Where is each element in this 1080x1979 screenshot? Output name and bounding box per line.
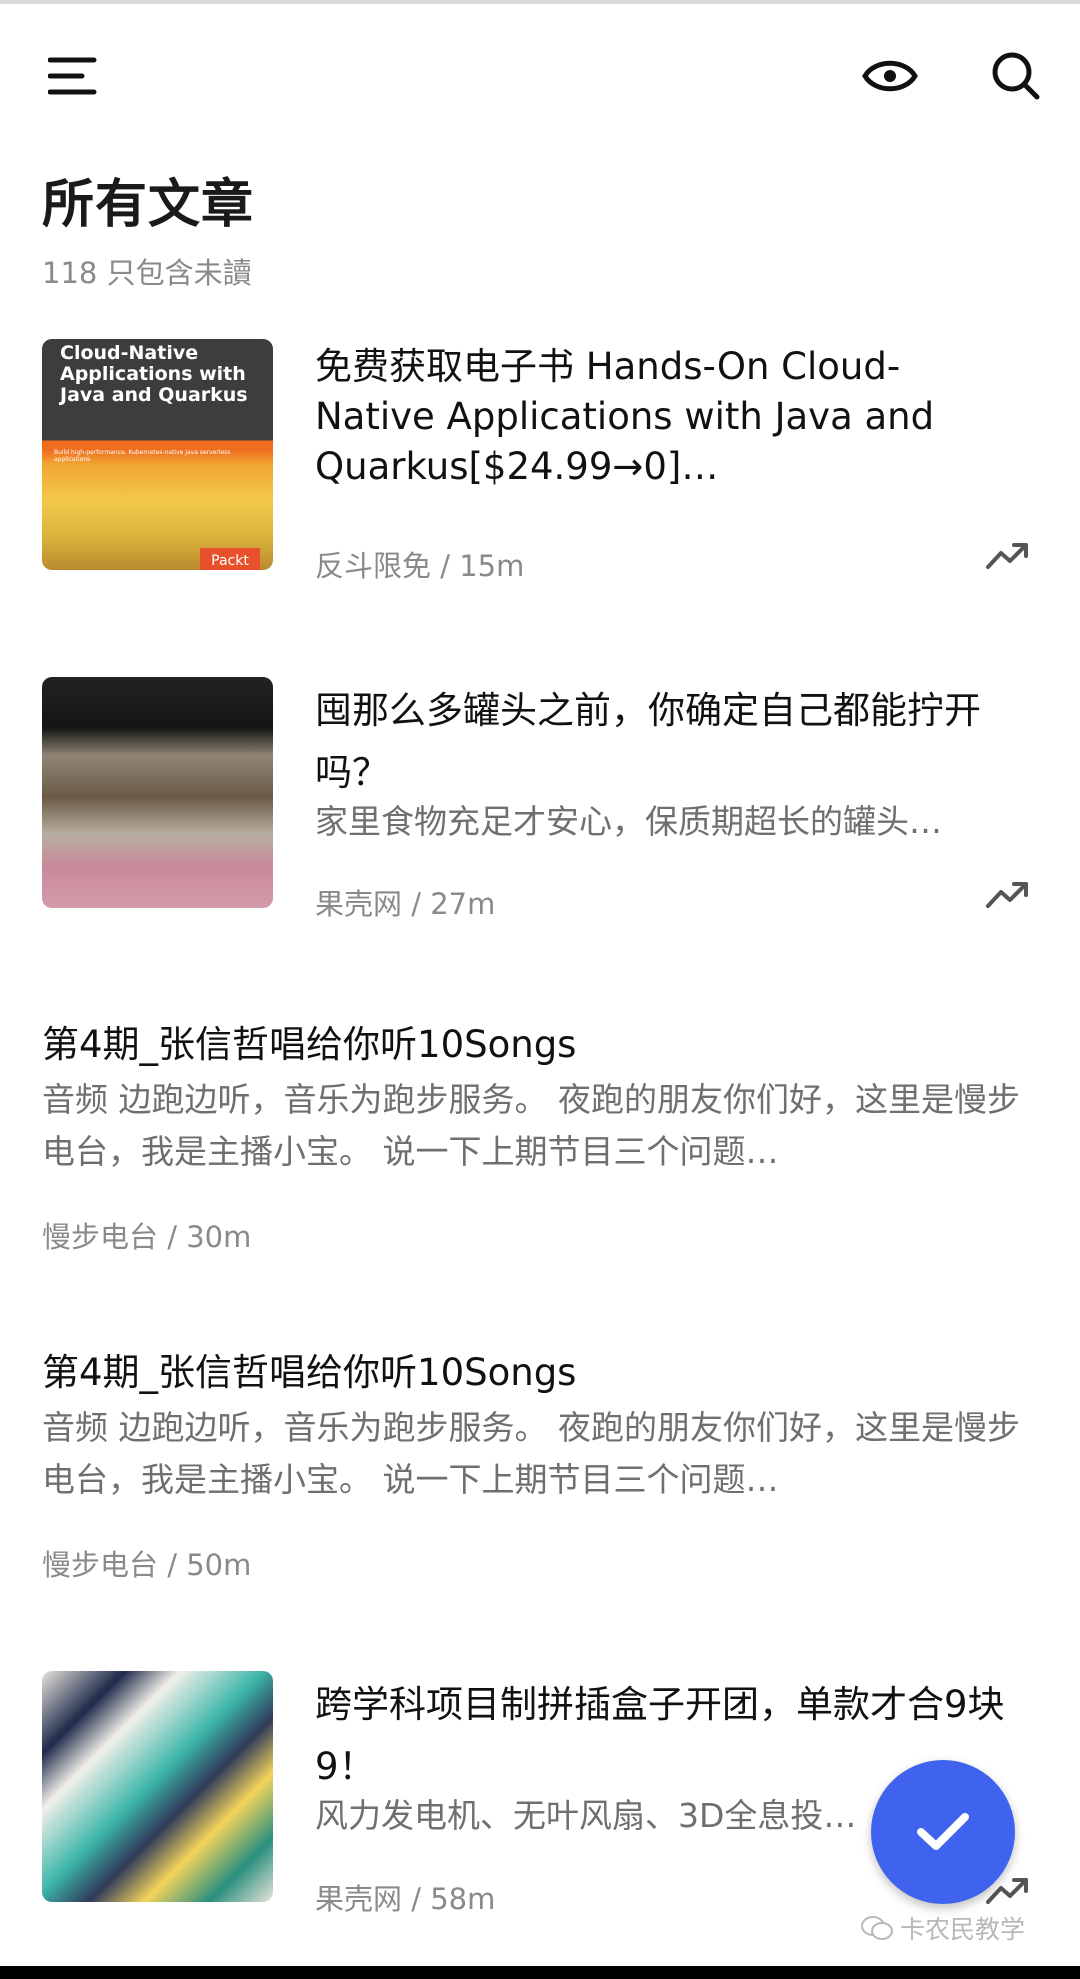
article-title: 第4期_张信哲唱给你听10Songs	[42, 1351, 577, 1394]
search-icon[interactable]	[990, 50, 1042, 102]
unread-count: 118 只包含未讀	[42, 256, 252, 290]
article-source-time: 反斗限免 / 15m	[315, 549, 525, 583]
bottom-bar	[0, 1966, 1080, 1979]
article-title: 囤那么多罐头之前，你确定自己都能拧开吗？	[315, 689, 981, 794]
watermark: 卡农民教学	[860, 1910, 1025, 1946]
article-source-time: 果壳网 / 58m	[315, 1882, 496, 1916]
ebook-cover-thumbnail: Cloud-Native Applications with Java and …	[42, 339, 273, 570]
trending-icon[interactable]	[985, 879, 1031, 911]
mark-all-read-button[interactable]	[871, 1760, 1015, 1904]
trending-icon[interactable]	[985, 540, 1031, 572]
article-excerpt: 音频 边跑边听，音乐为跑步服务。 夜跑的朋友你们好，这里是慢步电台，我是主播小宝…	[42, 1408, 1020, 1499]
checkmark-icon	[917, 1813, 969, 1850]
jar-photo-thumbnail	[42, 677, 273, 908]
menu-icon[interactable]	[48, 56, 98, 96]
toy-kit-thumbnail	[42, 1671, 273, 1902]
watermark-text: 卡农民教学	[900, 1915, 1026, 1944]
publisher-badge: Packt	[200, 548, 260, 570]
eye-icon[interactable]	[862, 51, 918, 101]
article-excerpt: 音频 边跑边听，音乐为跑步服务。 夜跑的朋友你们好，这里是慢步电台，我是主播小宝…	[42, 1080, 1020, 1171]
cover-title: Cloud-Native Applications with Java and …	[60, 342, 248, 406]
article-title: 第4期_张信哲唱给你听10Songs	[42, 1023, 577, 1066]
article-source-time: 慢步电台 / 30m	[42, 1220, 252, 1254]
cover-tagline: Build high-performance, Kubernetes-nativ…	[54, 449, 231, 463]
article-source-time: 果壳网 / 27m	[315, 887, 496, 921]
wechat-icon	[861, 1916, 893, 1940]
article-excerpt: 家里食物充足才安心，保质期超长的罐头…	[315, 802, 942, 841]
article-source-time: 慢步电台 / 50m	[42, 1548, 252, 1582]
page-title: 所有文章	[42, 175, 255, 235]
article-title: 免费获取电子书 Hands-On Cloud-Native Applicatio…	[315, 345, 935, 488]
status-divider	[0, 0, 1080, 4]
